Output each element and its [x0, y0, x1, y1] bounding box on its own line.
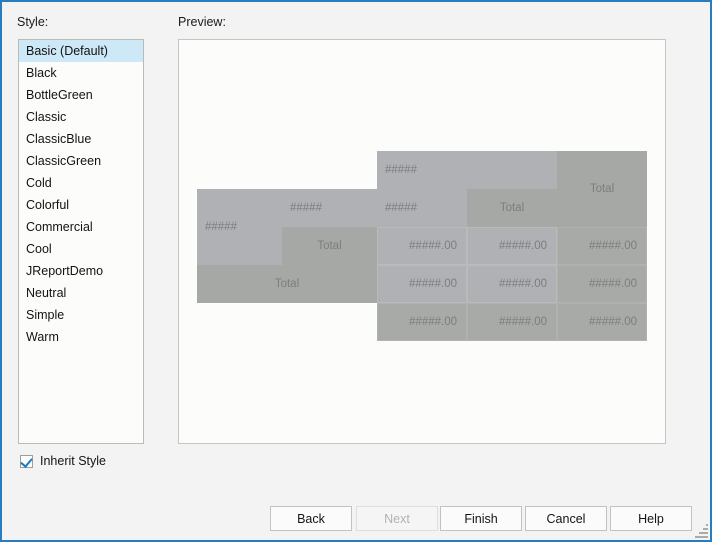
style-list-item-classic[interactable]: Classic	[19, 106, 143, 128]
dialog-button-bar: Back Next Finish Cancel Help	[2, 502, 710, 540]
crosstab-data-cell: #####.00	[467, 265, 557, 303]
crosstab-row-total-header: Total	[282, 227, 377, 265]
style-list-label: Style:	[17, 15, 48, 29]
style-list-item-basic-default[interactable]: Basic (Default)	[19, 40, 143, 62]
crosstab-column-header-2: #####	[377, 189, 467, 227]
crosstab-data-cell: #####.00	[467, 303, 557, 341]
crosstab-row-group-header: #####	[282, 189, 377, 227]
crosstab-data-cell: #####.00	[557, 265, 647, 303]
inherit-style-label: Inherit Style	[40, 454, 106, 468]
style-wizard-dialog: Style: Basic (Default) Black BottleGreen…	[0, 0, 712, 542]
cancel-button[interactable]: Cancel	[525, 506, 607, 531]
inherit-style-checkbox[interactable]	[20, 455, 33, 468]
style-list-item-jreportdemo[interactable]: JReportDemo	[19, 260, 143, 282]
style-list-item-classicgreen[interactable]: ClassicGreen	[19, 150, 143, 172]
style-list-item-black[interactable]: Black	[19, 62, 143, 84]
style-list-item-classicblue[interactable]: ClassicBlue	[19, 128, 143, 150]
style-list-item-cold[interactable]: Cold	[19, 172, 143, 194]
inherit-style-row[interactable]: Inherit Style	[20, 454, 106, 468]
style-list-item-commercial[interactable]: Commercial	[19, 216, 143, 238]
crosstab-data-cell: #####.00	[467, 227, 557, 265]
crosstab-data-cell: #####.00	[377, 303, 467, 341]
style-listbox[interactable]: Basic (Default) Black BottleGreen Classi…	[18, 39, 144, 444]
preview-label: Preview:	[178, 15, 226, 29]
crosstab-row-grand-total-header: Total	[197, 265, 377, 303]
resize-grip[interactable]	[694, 524, 708, 538]
style-list-item-colorful[interactable]: Colorful	[19, 194, 143, 216]
crosstab-grand-total-column-header: Total	[557, 151, 647, 227]
back-button[interactable]: Back	[270, 506, 352, 531]
crosstab-data-cell: #####.00	[557, 303, 647, 341]
next-button: Next	[356, 506, 438, 531]
crosstab-data-cell: #####.00	[377, 265, 467, 303]
finish-button[interactable]: Finish	[440, 506, 522, 531]
style-list-item-warm[interactable]: Warm	[19, 326, 143, 348]
crosstab-data-cell: #####.00	[377, 227, 467, 265]
crosstab-column-header-1: #####	[377, 151, 557, 189]
style-list-item-cool[interactable]: Cool	[19, 238, 143, 260]
crosstab-column-total-header: Total	[467, 189, 557, 227]
style-list-item-simple[interactable]: Simple	[19, 304, 143, 326]
crosstab-row-header: #####	[197, 189, 282, 265]
style-list-item-neutral[interactable]: Neutral	[19, 282, 143, 304]
preview-panel: ##### Total ##### Total ##### ##### Tota…	[178, 39, 666, 444]
checkmark-icon	[20, 455, 32, 468]
crosstab-preview: ##### Total ##### Total ##### ##### Tota…	[197, 151, 647, 331]
help-button[interactable]: Help	[610, 506, 692, 531]
crosstab-data-cell: #####.00	[557, 227, 647, 265]
style-list-item-bottlegreen[interactable]: BottleGreen	[19, 84, 143, 106]
